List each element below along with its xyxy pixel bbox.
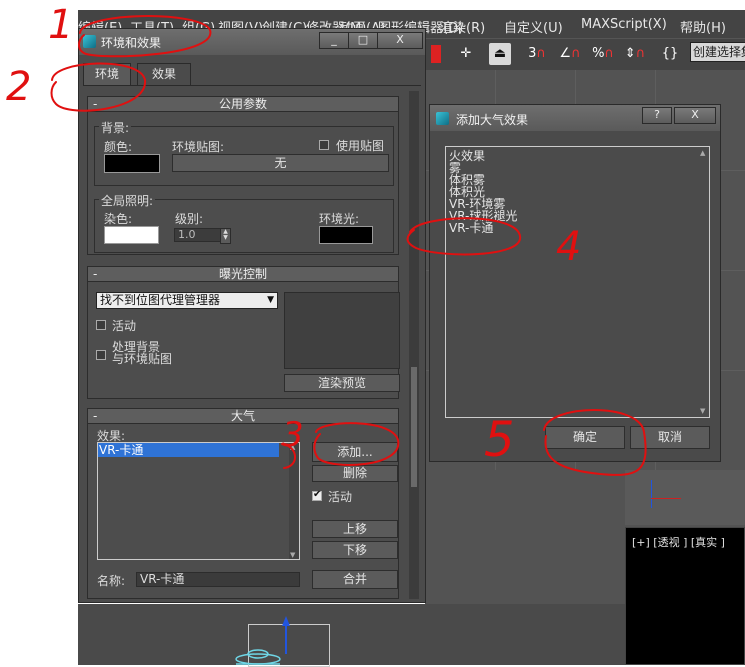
app-icon: [436, 112, 449, 125]
ambient-color-swatch[interactable]: [319, 226, 373, 244]
global-lighting-group: 全局照明: 染色: 级别: 环境光: 1.0 ▲ ▼: [94, 192, 394, 253]
env-map-label: 环境贴图:: [172, 140, 225, 154]
cancel-button[interactable]: 取消: [630, 426, 710, 449]
viewport-perspective[interactable]: [+] [透视 ] [真实 ]: [625, 527, 745, 665]
list-item[interactable]: VR-卡通: [98, 443, 279, 457]
menu-help[interactable]: 帮助(H): [680, 17, 726, 36]
app-icon: [83, 35, 96, 48]
process-bg-label-line2: 与环境贴图: [112, 352, 173, 366]
level-label: 级别:: [175, 212, 204, 226]
exposure-preview: [284, 292, 400, 369]
rollout-atmosphere-header[interactable]: - 大气: [87, 408, 399, 424]
list-scrollbar[interactable]: ▲ ▼: [699, 147, 708, 417]
effect-name-field[interactable]: VR-卡通: [136, 572, 300, 587]
named-selection-set-field[interactable]: 创建选择集: [690, 42, 745, 62]
snap-3d-icon[interactable]: 3∩: [525, 43, 549, 65]
viewport-top[interactable]: [625, 470, 745, 525]
use-map-label: 使用贴图: [336, 139, 385, 153]
list-scrollbar[interactable]: ▲ ▼: [289, 443, 299, 559]
environment-effects-dialog: 环境和效果 _ □ X 环境 效果 - 公用参数 背景: 颜色: 环境贴图: 使…: [78, 28, 426, 603]
process-bg-checkbox[interactable]: [96, 350, 106, 360]
red-marker-icon[interactable]: [431, 45, 441, 63]
dialog-titlebar[interactable]: 环境和效果 _ □ X: [79, 29, 425, 55]
upload-icon[interactable]: ⏏: [489, 43, 511, 65]
add-effect-button[interactable]: 添加...: [312, 442, 398, 462]
close-button[interactable]: X: [674, 107, 716, 124]
axis-z-icon: [651, 480, 652, 508]
dialog-tabs: 环境 效果: [83, 63, 421, 86]
color-label: 颜色:: [104, 140, 133, 154]
render-preview-button[interactable]: 渲染预览: [284, 374, 400, 392]
scroll-up-icon[interactable]: ▲: [700, 149, 705, 157]
exposure-active-label: 活动: [112, 319, 137, 333]
tint-label: 染色:: [104, 212, 133, 226]
merge-button[interactable]: 合并: [312, 570, 398, 589]
close-button[interactable]: X: [377, 32, 423, 49]
scrollbar-thumb[interactable]: [411, 367, 417, 487]
edit-named-selection-icon[interactable]: {}: [658, 43, 682, 65]
exposure-active-checkbox[interactable]: [96, 320, 106, 330]
rollout-atmosphere: 效果: VR-卡通 ▲▼ 添加... 删除 活动 上移 下移 名称: VR-卡通…: [87, 424, 399, 599]
move-icon[interactable]: ✛: [455, 43, 477, 65]
delete-effect-button[interactable]: 删除: [312, 465, 398, 482]
ambient-label: 环境光:: [319, 212, 360, 226]
dialog-titlebar[interactable]: 添加大气效果 ? X: [430, 105, 720, 131]
minimize-button[interactable]: _: [319, 32, 349, 49]
scroll-down-icon[interactable]: ▼: [290, 551, 295, 559]
tint-color-swatch[interactable]: [104, 226, 159, 244]
teapot-object-icon: [235, 616, 290, 665]
rollout-exposure: 找不到位图代理管理器 ▼ 活动 处理背景 与环境贴图 渲染预览: [87, 282, 400, 399]
rollout-title: 曝光控制: [218, 267, 267, 281]
spinner-snap-icon[interactable]: ⇕∩: [622, 43, 648, 65]
annotation-label: 2: [6, 64, 31, 110]
percent-snap-icon[interactable]: %∩: [590, 43, 616, 65]
viewport-label[interactable]: [+] [透视 ] [真实 ]: [632, 534, 725, 550]
menu-rendering[interactable]: 渲染(R): [440, 17, 485, 36]
move-down-button[interactable]: 下移: [312, 541, 398, 559]
dialog-scrollbar[interactable]: [409, 91, 419, 599]
rollout-common-params: 背景: 颜色: 环境贴图: 使用贴图 无 全局照明: 染色: 级别: 环境光: …: [87, 112, 399, 255]
viewport-bottom[interactable]: [78, 604, 625, 667]
menu-maxscript[interactable]: MAXScript(X): [581, 17, 667, 32]
axis-x-icon: [651, 498, 681, 499]
group-title: 背景:: [99, 119, 132, 136]
add-atmospheric-effect-dialog: 添加大气效果 ? X 火效果 雾 体积雾 体积光 VR-环境雾 VR-球形褪光 …: [429, 104, 721, 462]
menu-customize[interactable]: 自定义(U): [504, 17, 563, 36]
atmospheric-effects-list[interactable]: 火效果 雾 体积雾 体积光 VR-环境雾 VR-球形褪光 VR-卡通 ▲ ▼: [445, 146, 710, 418]
group-title: 全局照明:: [99, 192, 156, 209]
list-item-vr-toon[interactable]: VR-卡通: [448, 221, 709, 235]
scroll-down-icon[interactable]: ▼: [700, 407, 705, 415]
angle-snap-icon[interactable]: ∠∩: [557, 43, 583, 65]
main-toolbar: ✛ ⏏ 3∩ ∠∩ %∩ ⇕∩ {} 创建选择集: [425, 38, 745, 71]
level-spinner[interactable]: 1.0 ▲ ▼: [174, 228, 231, 244]
tab-environment[interactable]: 环境: [83, 63, 131, 85]
annotation-label: 1: [48, 2, 73, 48]
env-map-button[interactable]: 无: [172, 154, 389, 172]
effect-active-checkbox[interactable]: [312, 489, 322, 501]
tab-effects[interactable]: 效果: [137, 63, 191, 85]
name-label: 名称:: [97, 574, 126, 588]
background-color-swatch[interactable]: [104, 154, 160, 173]
spinner-arrows-icon[interactable]: ▲ ▼: [220, 228, 231, 244]
background-group: 背景: 颜色: 环境贴图: 使用贴图 无: [94, 119, 394, 186]
ok-button[interactable]: 确定: [545, 426, 625, 449]
effect-active-label: 活动: [328, 490, 353, 504]
scroll-up-icon[interactable]: ▲: [290, 443, 295, 451]
use-map-checkbox[interactable]: [319, 140, 329, 150]
rollout-exposure-header[interactable]: - 曝光控制: [87, 266, 399, 282]
maximize-button[interactable]: □: [348, 32, 378, 49]
dialog-title: 添加大气效果: [456, 113, 529, 127]
rollout-title: 公用参数: [218, 97, 267, 111]
help-button[interactable]: ?: [642, 107, 672, 124]
rollout-common-params-header[interactable]: - 公用参数: [87, 96, 399, 112]
effects-list[interactable]: VR-卡通 ▲ ▼: [97, 442, 300, 560]
exposure-type-dropdown[interactable]: 找不到位图代理管理器 ▼: [96, 292, 278, 309]
chevron-down-icon: ▼: [267, 295, 274, 305]
rollout-title: 大气: [230, 409, 255, 423]
dialog-title: 环境和效果: [101, 36, 162, 50]
move-up-button[interactable]: 上移: [312, 520, 398, 538]
